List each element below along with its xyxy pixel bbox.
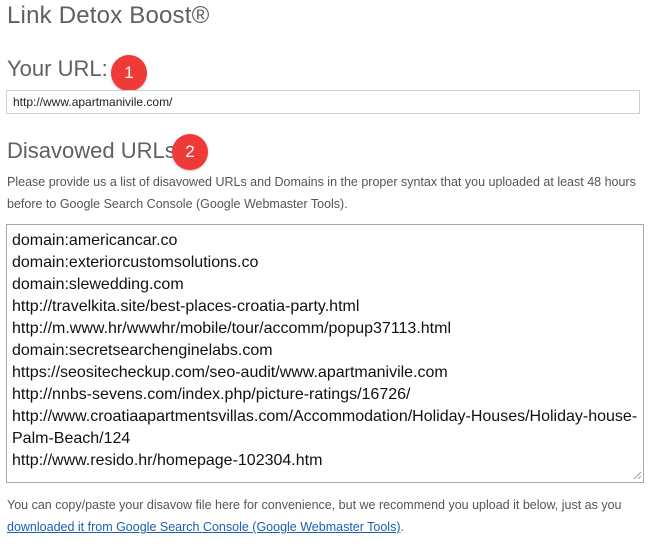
footer-note-end: . [400, 520, 404, 534]
resize-grip-icon[interactable] [632, 470, 642, 480]
google-search-console-link[interactable]: downloaded it from Google Search Console… [7, 520, 401, 534]
disavow-urls-textarea[interactable]: domain:americancar.co domain:exteriorcus… [6, 224, 644, 483]
page-title: Link Detox Boost® [7, 2, 210, 29]
step-1-badge: 1 [111, 55, 147, 91]
disavow-description: Please provide us a list of disavowed UR… [7, 175, 636, 211]
your-url-heading: Your URL: [7, 56, 108, 81]
footer-note-text: You can copy/paste your disavow file her… [7, 498, 622, 512]
your-url-input[interactable] [6, 90, 640, 114]
disavowed-urls-heading: Disavowed URLs: [7, 138, 182, 163]
disavow-footer-note: You can copy/paste your disavow file her… [7, 494, 652, 538]
step-2-badge: 2 [172, 134, 208, 170]
